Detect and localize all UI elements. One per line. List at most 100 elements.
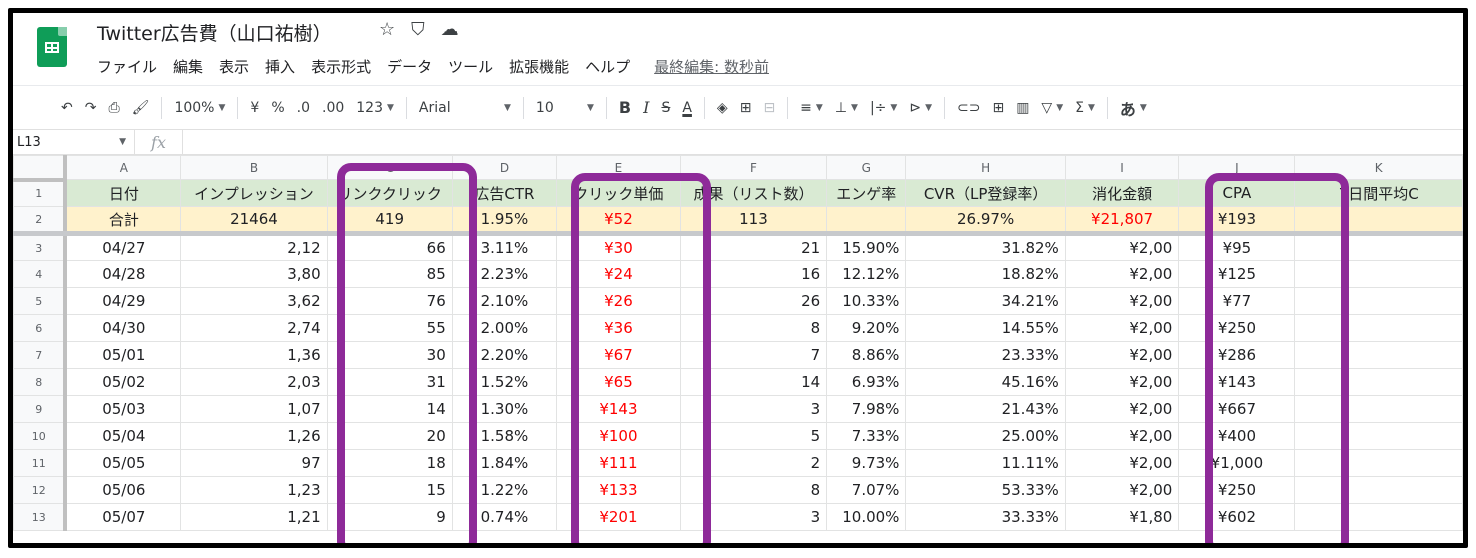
sheets-logo-icon[interactable] [37, 27, 67, 67]
zoom-select[interactable]: 100% ▼ [168, 100, 231, 116]
cell[interactable]: ¥67 [556, 341, 681, 369]
cell[interactable]: 12.12% [826, 260, 907, 288]
cell[interactable]: 2,74 [180, 314, 328, 342]
italic-button[interactable]: I [637, 98, 655, 117]
cell[interactable] [1294, 503, 1463, 531]
cell[interactable]: 26.97% [905, 206, 1066, 236]
cell[interactable]: 8 [679, 476, 828, 504]
column-header[interactable]: K [1294, 155, 1463, 180]
cell[interactable] [1294, 395, 1463, 423]
text-rotation-icon[interactable]: ⊳ ▼ [903, 100, 938, 116]
cell[interactable]: 10.00% [826, 503, 907, 531]
cell[interactable]: 1.58% [451, 422, 558, 450]
column-header[interactable]: G [826, 155, 907, 180]
cell[interactable]: 23.33% [905, 341, 1066, 369]
document-title[interactable]: Twitter広告費（山口祐樹） [97, 19, 332, 46]
menu-data[interactable]: データ [387, 56, 432, 77]
cell[interactable]: 2 [679, 449, 828, 477]
cell[interactable]: 05/06 [64, 476, 182, 504]
cell[interactable]: 05/04 [64, 422, 182, 450]
cell[interactable]: ¥111 [556, 449, 681, 477]
cell[interactable]: 66 [326, 233, 453, 261]
cell[interactable]: 3 [679, 395, 828, 423]
cell[interactable]: ¥125 [1178, 260, 1296, 288]
cell[interactable]: 9 [326, 503, 453, 531]
cell[interactable]: ¥30 [556, 233, 681, 261]
row-number[interactable]: 11 [13, 449, 68, 477]
cell[interactable]: ¥2,00 [1064, 368, 1180, 396]
cell[interactable]: 76 [326, 287, 453, 315]
cell[interactable]: 1,36 [180, 341, 328, 369]
cell[interactable]: ¥2,00 [1064, 476, 1180, 504]
cell[interactable]: 1,07 [180, 395, 328, 423]
cell[interactable] [1294, 287, 1463, 315]
cell[interactable]: ¥26 [556, 287, 681, 315]
menu-help[interactable]: ヘルプ [585, 56, 630, 77]
cell[interactable]: 55 [326, 314, 453, 342]
cell[interactable]: ¥2,00 [1064, 341, 1180, 369]
row-number[interactable]: 10 [13, 422, 68, 450]
merge-cells-icon[interactable]: ⊟ [757, 100, 781, 116]
cell[interactable]: 31.82% [905, 233, 1066, 261]
cell[interactable]: 05/03 [64, 395, 182, 423]
decrease-decimal-button[interactable]: .0 [291, 100, 316, 116]
cell[interactable]: ¥143 [1178, 368, 1296, 396]
row-number[interactable]: 12 [13, 476, 68, 504]
cell[interactable]: 8 [679, 314, 828, 342]
row-number[interactable]: 13 [13, 503, 68, 531]
cell[interactable]: 30 [326, 341, 453, 369]
cell[interactable]: 15 [326, 476, 453, 504]
cell[interactable]: 1.22% [451, 476, 558, 504]
cell[interactable] [1294, 341, 1463, 369]
cell[interactable]: ¥36 [556, 314, 681, 342]
text-wrap-icon[interactable]: |÷ ▼ [864, 100, 903, 116]
cell[interactable]: 05/07 [64, 503, 182, 531]
cell[interactable]: リンククリック [326, 179, 453, 207]
cell[interactable]: 04/30 [64, 314, 182, 342]
cell[interactable]: エンゲ率 [826, 179, 907, 207]
print-icon[interactable]: ⎙ [102, 100, 125, 116]
cell[interactable]: ¥1,80 [1064, 503, 1180, 531]
bold-button[interactable]: B [613, 98, 637, 117]
cell[interactable]: 05/05 [64, 449, 182, 477]
cell[interactable]: 85 [326, 260, 453, 288]
menu-view[interactable]: 表示 [219, 56, 249, 77]
fill-color-icon[interactable]: ◈ [711, 100, 734, 116]
menu-extensions[interactable]: 拡張機能 [509, 56, 569, 77]
cell[interactable]: ¥2,00 [1064, 233, 1180, 261]
column-header[interactable]: J [1178, 155, 1296, 180]
cell[interactable] [1294, 233, 1463, 261]
cell[interactable] [1294, 206, 1463, 236]
increase-decimal-button[interactable]: .00 [316, 100, 350, 116]
column-header[interactable]: D [451, 155, 558, 180]
cell[interactable]: インプレッション [180, 179, 328, 207]
cell[interactable]: 8.86% [826, 341, 907, 369]
strikethrough-button[interactable]: S [655, 100, 676, 116]
cell[interactable]: 04/27 [64, 233, 182, 261]
cell[interactable]: 04/28 [64, 260, 182, 288]
cell[interactable]: ¥2,00 [1064, 287, 1180, 315]
text-color-button[interactable]: A [676, 100, 698, 116]
last-edit-link[interactable]: 最終編集: 数秒前 [654, 56, 769, 77]
cell[interactable]: ¥2,00 [1064, 422, 1180, 450]
cell[interactable]: ¥65 [556, 368, 681, 396]
menu-insert[interactable]: 挿入 [265, 56, 295, 77]
cell[interactable]: 34.21% [905, 287, 1066, 315]
cell[interactable]: ¥2,00 [1064, 260, 1180, 288]
cell[interactable]: 33.33% [905, 503, 1066, 531]
filter-icon[interactable]: ▽ ▼ [1035, 100, 1069, 116]
column-header[interactable]: B [180, 155, 328, 180]
input-tools-icon[interactable]: あ ▼ [1114, 96, 1153, 120]
cell[interactable]: CVR（LP登録率） [905, 179, 1066, 207]
cell[interactable]: 合計 [64, 206, 182, 236]
cell[interactable]: 2.10% [451, 287, 558, 315]
cell[interactable]: 日付 [64, 179, 182, 207]
cell[interactable]: 2.23% [451, 260, 558, 288]
menu-tools[interactable]: ツール [448, 56, 493, 77]
cell[interactable]: 16 [679, 260, 828, 288]
cloud-status-icon[interactable]: ☁ [441, 19, 459, 40]
cell[interactable]: 05/02 [64, 368, 182, 396]
horizontal-align-icon[interactable]: ≡ ▼ [794, 100, 829, 116]
font-size-select[interactable]: 10 ▼ [530, 100, 600, 116]
cell[interactable]: 14 [679, 368, 828, 396]
